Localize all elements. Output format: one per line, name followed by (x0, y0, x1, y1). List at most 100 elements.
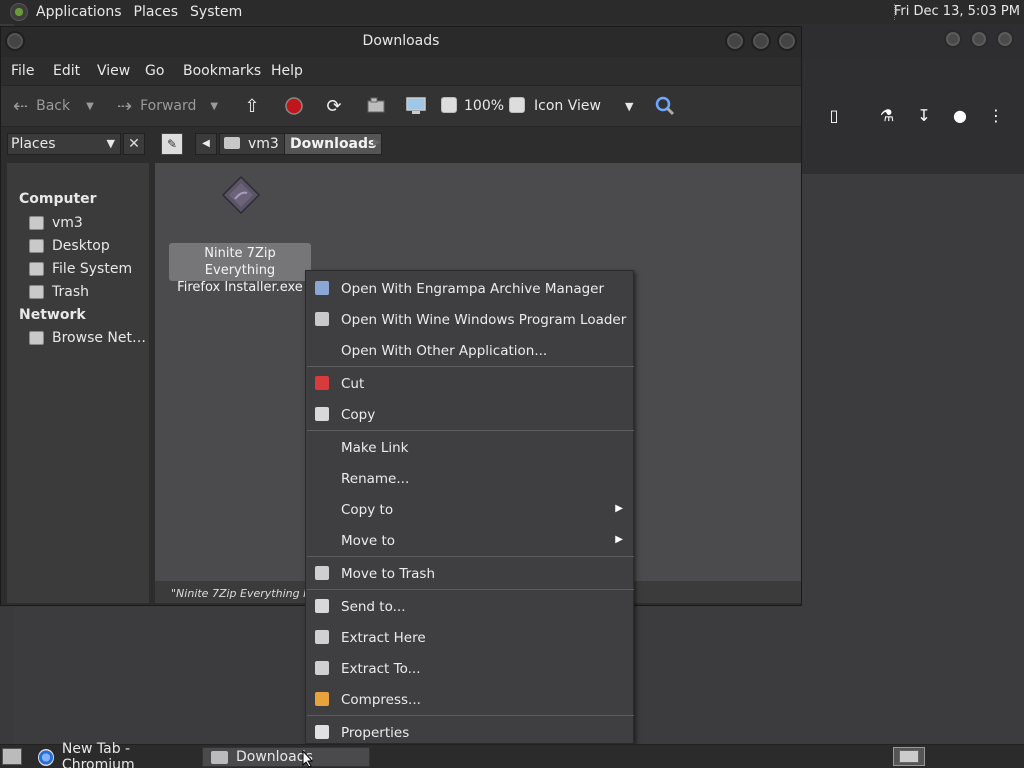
crumb-vm3-label: vm3 (248, 136, 279, 152)
menu-item-copy[interactable]: Copy (306, 399, 633, 429)
labs-flask-icon[interactable]: ⚗ (877, 106, 897, 126)
close-sidebar-icon[interactable]: ✕ (123, 133, 145, 155)
crumb-scroll-left-icon[interactable]: ◀ (195, 133, 217, 155)
forward-button[interactable]: ⇢ Forward ▼ (117, 94, 218, 118)
menu-item-label: Send to... (341, 599, 406, 615)
drive-icon (29, 262, 44, 276)
task-chromium[interactable]: New Tab - Chromium (30, 741, 198, 768)
sidebar-item-label: Desktop (52, 238, 110, 254)
zoom-out-icon[interactable] (441, 97, 457, 113)
stop-icon[interactable] (283, 96, 305, 118)
forward-arrow-icon: ⇢ (117, 95, 133, 117)
menu-item-send-to[interactable]: Send to... (306, 591, 633, 621)
sidebar-mode-select[interactable]: Places ▼ (7, 133, 121, 155)
crumb-vm3[interactable]: vm3 (219, 133, 288, 155)
crumb-downloads[interactable]: Downloads (284, 133, 383, 155)
menu-item-rename[interactable]: Rename... (306, 463, 633, 493)
menu-item-label: Copy (341, 407, 376, 423)
search-icon[interactable] (653, 94, 677, 118)
extensions-icon[interactable]: ▯ (824, 106, 844, 126)
panel-menu-applications[interactable]: Applications (32, 4, 130, 20)
copy-icon (315, 407, 329, 421)
workspace-switcher[interactable] (893, 747, 925, 766)
menu-item-move-to[interactable]: Move to ▶ (306, 525, 633, 555)
chromium-minimize-button[interactable] (944, 30, 962, 48)
trash-icon (315, 566, 329, 580)
menu-view[interactable]: View (97, 63, 130, 79)
menu-item-label: Copy to (341, 502, 394, 518)
menu-separator (307, 556, 634, 557)
view-mode-chevron-down-icon[interactable]: ▼ (625, 100, 633, 113)
close-button[interactable] (777, 31, 797, 51)
back-history-icon[interactable]: ▼ (86, 101, 94, 112)
send-icon (315, 599, 329, 613)
sidebar-mode-label: Places (11, 136, 56, 152)
compress-icon (315, 692, 329, 706)
show-desktop-icon[interactable] (2, 748, 22, 765)
sidebar-item-label: vm3 (52, 215, 83, 231)
chromium-close-button[interactable] (996, 30, 1014, 48)
panel-menu-places[interactable]: Places (130, 4, 187, 20)
computer-icon[interactable] (405, 96, 427, 118)
view-mode-select[interactable]: Icon View (534, 98, 601, 114)
up-arrow-icon[interactable]: ⇧ (241, 96, 263, 118)
mate-logo-icon[interactable] (10, 3, 28, 21)
file-item-label[interactable]: Ninite 7Zip Everything Firefox Installer… (169, 243, 311, 295)
sidebar-item-vm3[interactable]: vm3 (29, 213, 83, 233)
archive-manager-icon (315, 281, 329, 295)
submenu-arrow-icon: ▶ (615, 534, 623, 545)
kebab-menu-icon[interactable]: ⋮ (986, 106, 1006, 126)
sidebar-item-browse-network[interactable]: Browse Net… (29, 328, 146, 348)
menu-item-extract-to[interactable]: Extract To... (306, 653, 633, 683)
window-titlebar: Downloads (1, 27, 801, 57)
forward-label: Forward (140, 98, 197, 114)
menu-item-cut[interactable]: Cut (306, 368, 633, 398)
download-icon[interactable]: ↧ (914, 106, 934, 126)
sidebar-item-trash[interactable]: Trash (29, 282, 89, 302)
profile-icon[interactable]: ● (950, 106, 970, 126)
menu-item-label: Compress... (341, 692, 421, 708)
edit-location-icon[interactable]: ✎ (161, 133, 183, 155)
sidebar-section-computer: Computer (19, 191, 97, 207)
back-button[interactable]: ⇠ Back ▼ (13, 94, 94, 118)
reload-icon[interactable]: ⟳ (323, 96, 345, 118)
task-downloads[interactable]: Downloads (202, 747, 370, 767)
main-toolbar: ⇠ Back ▼ ⇢ Forward ▼ ⇧ ⟳ 100% Icon View … (1, 85, 801, 127)
minimize-button[interactable] (725, 31, 745, 51)
menu-item-move-to-trash[interactable]: Move to Trash (306, 558, 633, 588)
back-label: Back (36, 98, 71, 114)
panel-clock[interactable]: Fri Dec 13, 5:03 PM (894, 4, 1020, 19)
menu-item-open-with-other-application[interactable]: Open With Other Application... (306, 335, 633, 365)
home-icon[interactable] (365, 96, 387, 118)
window-title: Downloads (362, 33, 440, 49)
sidebar-item-desktop[interactable]: Desktop (29, 236, 110, 256)
menu-item-open-with-wine-windows-program-loader[interactable]: Open With Wine Windows Program Loader (306, 304, 633, 334)
menu-item-label: Cut (341, 376, 365, 392)
menu-file[interactable]: File (11, 63, 34, 79)
menu-item-extract-here[interactable]: Extract Here (306, 622, 633, 652)
zoom-in-icon[interactable] (509, 97, 525, 113)
menu-edit[interactable]: Edit (53, 63, 80, 79)
sidebar-item-file-system[interactable]: File System (29, 259, 132, 279)
menu-item-properties[interactable]: Properties (306, 717, 633, 747)
wine-diamond-icon[interactable] (221, 175, 261, 215)
zoom-level: 100% (464, 98, 505, 114)
menu-go[interactable]: Go (145, 63, 164, 79)
menu-item-compress[interactable]: Compress... (306, 684, 633, 714)
back-arrow-icon: ⇠ (13, 95, 29, 117)
panel-menu-system[interactable]: System (186, 4, 250, 20)
trash-icon (29, 285, 44, 299)
maximize-button[interactable] (751, 31, 771, 51)
forward-history-icon[interactable]: ▼ (210, 101, 218, 112)
sidebar-section-network: Network (19, 307, 86, 323)
chromium-maximize-button[interactable] (970, 30, 988, 48)
menu-item-label: Extract Here (341, 630, 426, 646)
menu-item-open-with-engrampa-archive-manager[interactable]: Open With Engrampa Archive Manager (306, 273, 633, 303)
menu-help[interactable]: Help (271, 63, 303, 79)
menu-item-label: Open With Other Application... (341, 343, 548, 359)
menu-item-copy-to[interactable]: Copy to ▶ (306, 494, 633, 524)
menu-item-make-link[interactable]: Make Link (306, 432, 633, 462)
chromium-icon (38, 748, 54, 766)
crumb-scroll-right-icon[interactable]: ▶ (369, 133, 385, 155)
menu-bookmarks[interactable]: Bookmarks (183, 63, 261, 79)
